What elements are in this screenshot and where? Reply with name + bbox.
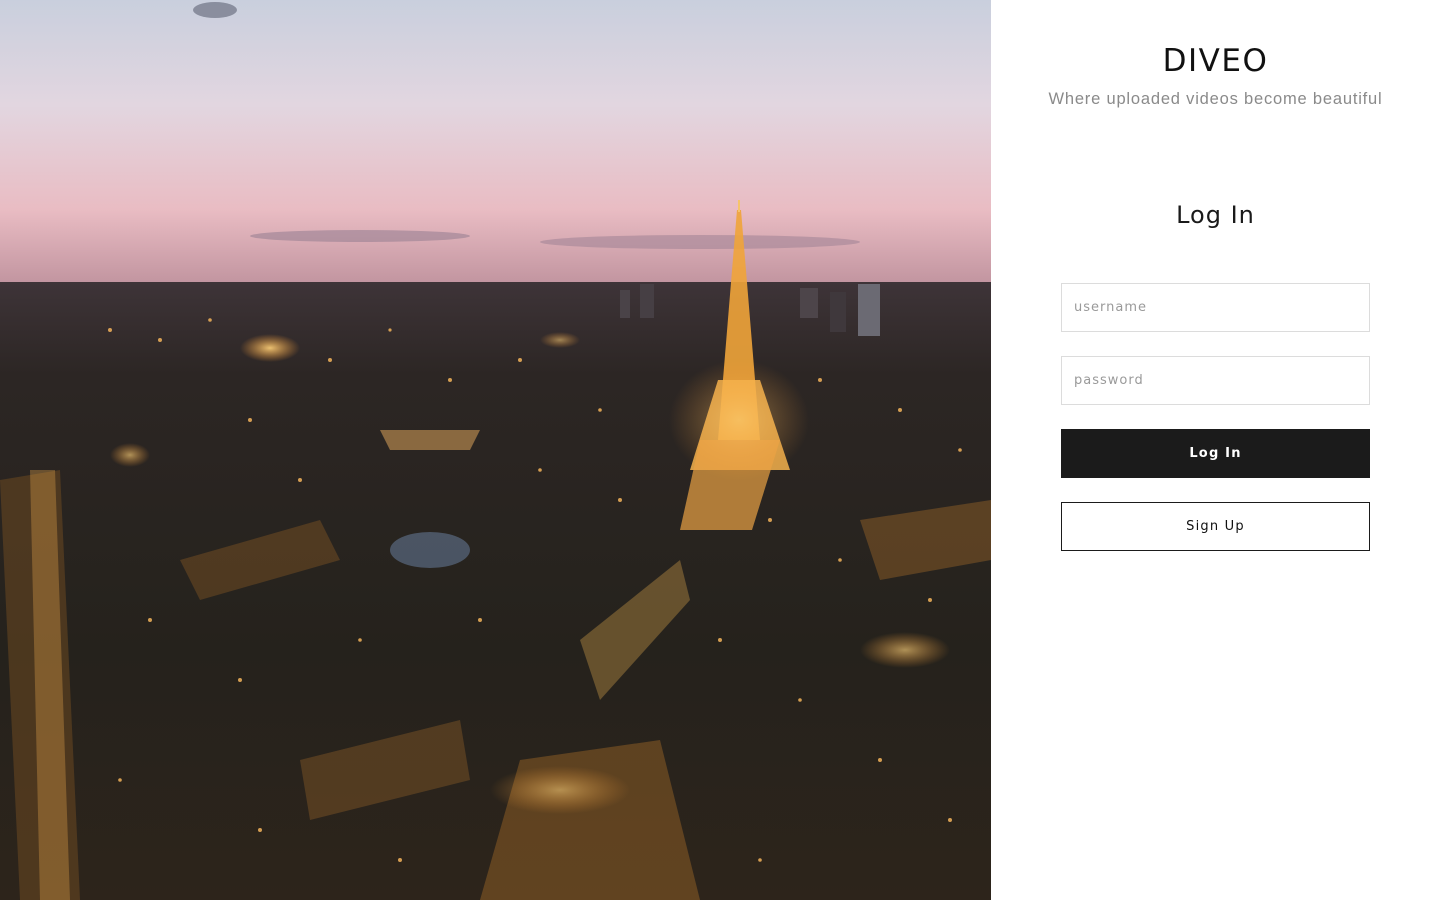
brand-title: DIVEO <box>1162 43 1269 79</box>
login-button-label: Log In <box>1189 446 1242 461</box>
password-input[interactable] <box>1061 356 1370 405</box>
login-button[interactable]: Log In <box>1061 429 1370 478</box>
username-input[interactable] <box>1061 283 1370 332</box>
login-heading: Log In <box>1176 201 1255 229</box>
login-panel: DIVEO Where uploaded videos become beaut… <box>991 0 1440 900</box>
signup-button-label: Sign Up <box>1186 519 1245 534</box>
login-page: DIVEO Where uploaded videos become beaut… <box>0 0 1440 900</box>
signup-button[interactable]: Sign Up <box>1061 502 1370 551</box>
brand-tagline: Where uploaded videos become beautiful <box>1048 90 1383 108</box>
hero-image <box>0 0 991 900</box>
